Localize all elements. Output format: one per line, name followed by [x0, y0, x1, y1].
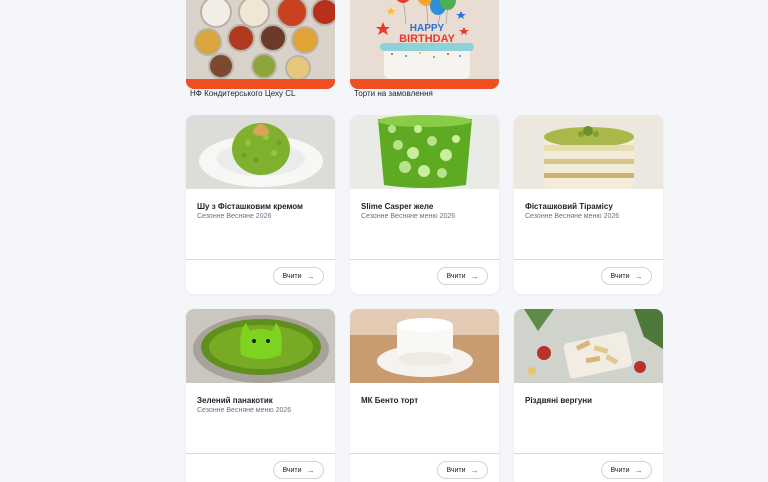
cake-topper-text-birthday: BIRTHDAY — [399, 33, 455, 45]
card-divider — [350, 453, 499, 454]
card-accent-bar — [186, 79, 335, 89]
card-divider — [514, 453, 663, 454]
course-card-christmas-verhuny[interactable]: Різдвяні вергуни Вчити → — [514, 309, 663, 482]
card-title: Фісташковий Тірамісу — [525, 202, 613, 211]
arrow-right-icon: → — [634, 465, 643, 475]
course-card-choux-pistachio[interactable]: Шу з Фісташковим кремом Сезонне Весняне … — [186, 115, 335, 294]
card-title: Різдвяні вергуни — [525, 396, 593, 405]
sauces-photo — [186, 0, 335, 79]
learn-button-label: Вчити — [282, 272, 302, 280]
card-subtitle: Сезонне Весняне меню 2026 — [361, 213, 456, 220]
category-card-confectionery[interactable] — [186, 0, 335, 89]
learn-button[interactable]: Вчити → — [437, 461, 488, 479]
card-title: Зелений панакотик — [197, 396, 273, 405]
arrow-right-icon: → — [306, 271, 315, 281]
learn-button-label: Вчити — [282, 466, 302, 474]
slime-jelly-photo — [350, 115, 499, 189]
card-subtitle: Сезонне Весняне меню 2026 — [525, 213, 620, 220]
learn-button[interactable]: Вчити → — [437, 267, 488, 285]
course-card-pistachio-tiramisu[interactable]: Фісташковий Тірамісу Сезонне Весняне мен… — [514, 115, 663, 294]
category-caption-custom-cakes: Торти на замовлення — [354, 89, 433, 98]
course-card-green-panacotta[interactable]: Зелений панакотик Сезонне Весняне меню 2… — [186, 309, 335, 482]
card-title: МК Бенто торт — [361, 396, 419, 405]
card-divider — [186, 453, 335, 454]
card-subtitle: Сезонне Весняне 2026 — [197, 213, 272, 220]
panacotta-photo — [186, 309, 335, 383]
learn-button-label: Вчити — [610, 272, 630, 280]
verhuny-photo — [514, 309, 663, 383]
learn-button[interactable]: Вчити → — [273, 461, 324, 479]
card-title: Slime Casper желе — [361, 202, 434, 211]
arrow-right-icon: → — [470, 465, 479, 475]
arrow-right-icon: → — [470, 271, 479, 281]
learn-button[interactable]: Вчити → — [601, 267, 652, 285]
card-divider — [350, 259, 499, 260]
card-accent-bar — [350, 79, 499, 89]
learn-button[interactable]: Вчити → — [601, 461, 652, 479]
learn-button-label: Вчити — [446, 272, 466, 280]
category-caption-confectionery: НФ Кондитерського Цеху CL — [190, 89, 296, 98]
learn-button-label: Вчити — [446, 466, 466, 474]
birthday-cake-photo: HAPPY BIRTHDAY — [350, 0, 499, 79]
learn-button-label: Вчити — [610, 466, 630, 474]
choux-pistachio-photo — [186, 115, 335, 189]
bento-cake-photo — [350, 309, 499, 383]
course-card-slime-casper[interactable]: Slime Casper желе Сезонне Весняне меню 2… — [350, 115, 499, 294]
card-divider — [514, 259, 663, 260]
course-card-bento-cake[interactable]: МК Бенто торт Вчити → — [350, 309, 499, 482]
card-divider — [186, 259, 335, 260]
category-card-custom-cakes[interactable]: HAPPY BIRTHDAY — [350, 0, 499, 89]
card-subtitle: Сезонне Весняне меню 2026 — [197, 407, 292, 414]
arrow-right-icon: → — [306, 465, 315, 475]
arrow-right-icon: → — [634, 271, 643, 281]
learn-button[interactable]: Вчити → — [273, 267, 324, 285]
tiramisu-photo — [514, 115, 663, 189]
card-title: Шу з Фісташковим кремом — [197, 202, 303, 211]
